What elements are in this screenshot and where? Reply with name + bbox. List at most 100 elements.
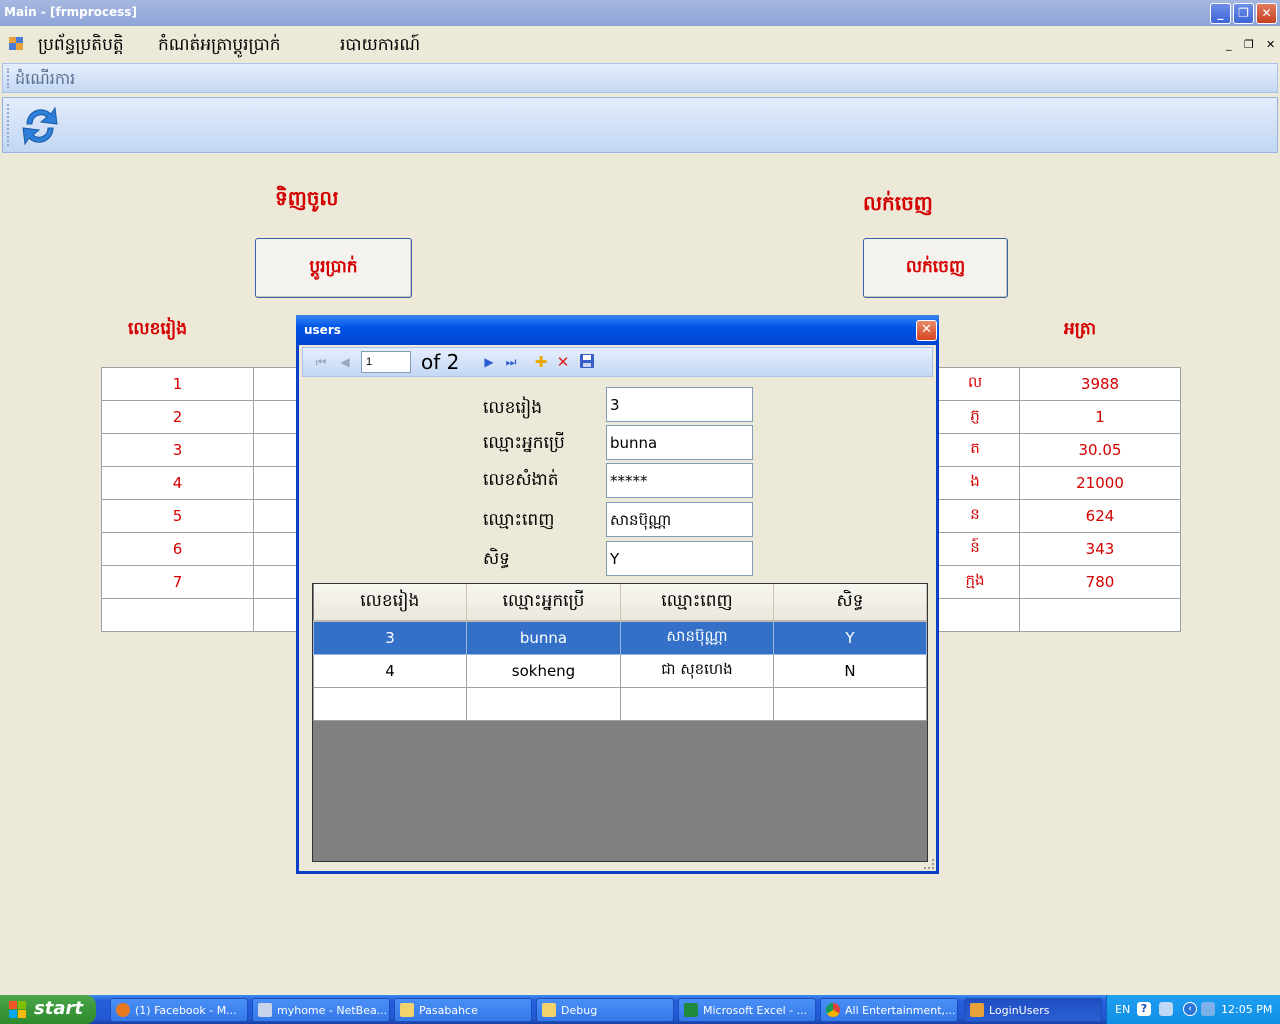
- rate-cell[interactable]: 624: [1019, 499, 1181, 533]
- table-row[interactable]: 2: [101, 400, 301, 434]
- username-field[interactable]: bunna: [606, 425, 753, 460]
- grid-cell[interactable]: [466, 686, 621, 721]
- grid-cell[interactable]: sokheng: [466, 653, 621, 688]
- table-row[interactable]: 6: [101, 532, 301, 566]
- grid-cell[interactable]: [253, 466, 301, 500]
- grid-cell[interactable]: 3: [313, 620, 467, 655]
- process-label[interactable]: ដំណើរការ: [15, 68, 75, 92]
- table-row[interactable]: 4: [101, 466, 301, 500]
- grid-cell[interactable]: [253, 400, 301, 434]
- grid-cell[interactable]: N: [773, 653, 927, 688]
- table-row[interactable]: ង 21000: [930, 466, 1181, 500]
- number-cell[interactable]: 6: [101, 532, 254, 566]
- name-cell[interactable]: [930, 598, 1020, 632]
- number-cell[interactable]: 1: [101, 367, 254, 401]
- name-cell[interactable]: ក្មង: [930, 565, 1020, 599]
- rate-cell[interactable]: 343: [1019, 532, 1181, 566]
- number-cell[interactable]: 5: [101, 499, 254, 533]
- grid-cell[interactable]: [253, 565, 301, 599]
- chevron-left-icon[interactable]: ‹: [1183, 1002, 1197, 1016]
- toolstrip-grip[interactable]: [7, 104, 9, 146]
- task-pasabahce[interactable]: Pasabahce: [394, 998, 532, 1022]
- name-cell[interactable]: ភ្ញ: [930, 400, 1020, 434]
- rate-cell[interactable]: 30.05: [1019, 433, 1181, 467]
- move-first-icon[interactable]: ⏮: [313, 354, 329, 370]
- name-cell[interactable]: ន: [930, 499, 1020, 533]
- table-row[interactable]: 5: [101, 499, 301, 533]
- right-field[interactable]: Y: [606, 541, 753, 576]
- table-row[interactable]: [930, 598, 1181, 632]
- task-facebook[interactable]: (1) Facebook - M...: [110, 998, 248, 1022]
- fullname-field[interactable]: សានប៊ុណ្ណា: [606, 502, 753, 537]
- task-netbeans[interactable]: myhome - NetBea...: [252, 998, 390, 1022]
- number-cell[interactable]: [101, 598, 254, 632]
- table-row[interactable]: 1: [101, 367, 301, 401]
- menu-exchange-rate[interactable]: កំណត់អត្រាប្តូរប្រាក់: [158, 34, 281, 59]
- save-icon[interactable]: [579, 354, 595, 370]
- close-button[interactable]: ✕: [1256, 3, 1277, 24]
- task-debug[interactable]: Debug: [536, 998, 674, 1022]
- name-cell[interactable]: ល: [930, 367, 1020, 401]
- users-grid[interactable]: លេខរៀង ឈ្មោះអ្នកប្រើ ឈ្មោះពេញ សិទ្ធ 3 bu…: [312, 583, 928, 862]
- table-row[interactable]: ត 30.05: [930, 433, 1181, 467]
- grid-cell[interactable]: [773, 686, 927, 721]
- network-icon[interactable]: [1201, 1002, 1215, 1016]
- number-cell[interactable]: 2: [101, 400, 254, 434]
- rate-cell[interactable]: [1019, 598, 1181, 632]
- mdi-close-button[interactable]: ✕: [1266, 38, 1275, 51]
- grid-header-id[interactable]: លេខរៀង: [313, 584, 467, 622]
- sell-button[interactable]: លក់ចេញ: [863, 238, 1008, 298]
- menu-report[interactable]: របាយការណ៍: [340, 34, 420, 59]
- name-cell[interactable]: ន៍: [930, 532, 1020, 566]
- grid-cell[interactable]: [313, 686, 467, 721]
- table-row[interactable]: ន 624: [930, 499, 1181, 533]
- grid-header-fullname[interactable]: ឈ្មោះពេញ: [620, 584, 774, 622]
- menu-system[interactable]: ប្រព័ន្ធប្រតិបត្តិ: [38, 34, 124, 59]
- table-row[interactable]: 4 sokheng ជា សុខហេង N: [313, 653, 927, 688]
- delete-icon[interactable]: ✕: [555, 354, 571, 370]
- grid-cell[interactable]: Y: [773, 620, 927, 655]
- clock[interactable]: 12:05 PM: [1221, 1003, 1272, 1016]
- table-row[interactable]: ន៍ 343: [930, 532, 1181, 566]
- grid-cell[interactable]: 4: [313, 653, 467, 688]
- password-field[interactable]: *****: [606, 463, 753, 498]
- mdi-restore-button[interactable]: ❐: [1244, 38, 1254, 51]
- grid-cell[interactable]: សានប៊ុណ្ណា: [620, 620, 774, 655]
- minimize-button[interactable]: _: [1210, 3, 1231, 24]
- table-row[interactable]: 3 bunna សានប៊ុណ្ណា Y: [313, 620, 927, 655]
- help-icon[interactable]: ?: [1137, 1002, 1151, 1016]
- rate-cell[interactable]: 780: [1019, 565, 1181, 599]
- grid-cell[interactable]: [253, 433, 301, 467]
- table-row[interactable]: 7: [101, 565, 301, 599]
- number-cell[interactable]: 7: [101, 565, 254, 599]
- move-previous-icon[interactable]: ◀: [337, 354, 353, 370]
- mdi-minimize-button[interactable]: _: [1226, 38, 1232, 51]
- grid-header-right[interactable]: សិទ្ធ: [773, 584, 927, 622]
- table-row[interactable]: ភ្ញ 1: [930, 400, 1181, 434]
- table-row[interactable]: ល 3988: [930, 367, 1181, 401]
- grid-cell[interactable]: [620, 686, 774, 721]
- task-loginusers[interactable]: LoginUsers: [964, 998, 1102, 1022]
- dialog-close-button[interactable]: ✕: [916, 320, 937, 341]
- dialog-title-bar[interactable]: users ✕: [296, 315, 939, 345]
- rate-cell[interactable]: 21000: [1019, 466, 1181, 500]
- table-row[interactable]: [313, 686, 927, 721]
- position-input[interactable]: [361, 351, 411, 373]
- grid-header-username[interactable]: ឈ្មោះអ្នកប្រើ: [466, 584, 621, 622]
- table-row[interactable]: ក្មង 780: [930, 565, 1181, 599]
- tray-app-icon[interactable]: [1159, 1002, 1173, 1016]
- name-cell[interactable]: ង: [930, 466, 1020, 500]
- grid-cell[interactable]: ជា សុខហេង: [620, 653, 774, 688]
- toolstrip-grip[interactable]: [7, 68, 9, 88]
- number-cell[interactable]: 4: [101, 466, 254, 500]
- rate-cell[interactable]: 1: [1019, 400, 1181, 434]
- window-title-bar[interactable]: Main - [frmprocess] _ ❐ ✕: [0, 0, 1280, 26]
- task-excel[interactable]: Microsoft Excel - ...: [678, 998, 816, 1022]
- resize-grip-icon[interactable]: [924, 859, 934, 869]
- id-field[interactable]: 3: [606, 387, 753, 422]
- grid-cell[interactable]: [253, 499, 301, 533]
- grid-cell[interactable]: [253, 532, 301, 566]
- language-indicator[interactable]: EN: [1115, 1003, 1130, 1016]
- move-next-icon[interactable]: ▶: [481, 354, 497, 370]
- number-cell[interactable]: 3: [101, 433, 254, 467]
